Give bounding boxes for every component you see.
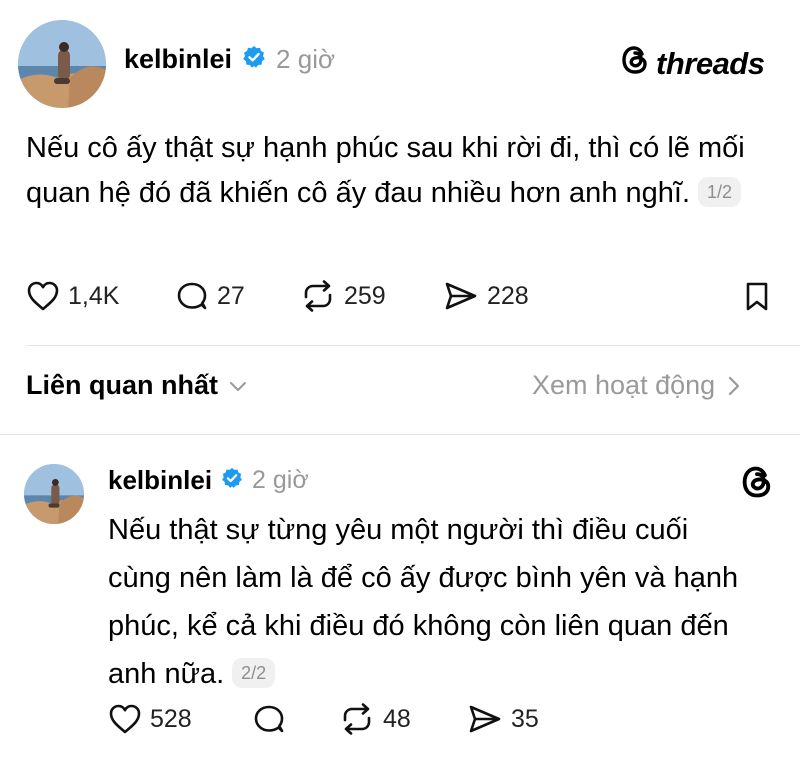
repost-button[interactable]: 259 [300,280,386,312]
thread-page-indicator: 1/2 [698,177,742,207]
reply-avatar[interactable] [24,464,84,524]
threads-wordmark: threads [656,46,765,81]
repost-icon [304,280,332,312]
heart-icon [109,704,141,734]
like-button[interactable]: 1,4K [26,280,119,312]
chevron-down-icon [230,381,246,391]
post-body: Nếu cô ấy thật sự hạnh phúc sau khi rời … [26,126,766,216]
divider-top [26,345,800,346]
share-count: 228 [487,281,529,310]
reply-share-count: 35 [511,704,539,733]
share-icon [469,705,501,733]
reply-threads-logo-icon [740,464,774,505]
divider-bottom [0,434,800,435]
sort-dropdown[interactable]: Liên quan nhất [26,370,248,401]
comment-icon [254,705,284,733]
verified-badge-icon [242,45,266,74]
post-text: Nếu cô ấy thật sự hạnh phúc sau khi rời … [26,132,745,209]
comment-count: 27 [217,281,245,310]
share-button[interactable]: 228 [443,280,529,312]
share-icon [445,282,477,310]
post-time: 2 giờ [276,44,336,74]
bookmark-icon [746,282,768,311]
repost-icon [343,703,371,735]
heart-icon [27,281,59,311]
repost-count: 259 [344,281,386,310]
comment-icon [177,282,207,310]
reply-time: 2 giờ [252,466,309,494]
view-activity-label: Xem hoạt động [532,370,716,400]
reply-body: Nếu thật sự từng yêu một người thì điều … [108,506,748,698]
reply-repost-count: 48 [383,704,411,733]
reply-page-indicator: 2/2 [232,658,276,688]
chevron-right-icon [729,376,740,395]
view-activity-link[interactable]: Xem hoạt động [532,370,741,401]
reply-share-button[interactable]: 35 [467,703,539,735]
threads-logo-icon [620,44,650,84]
reply-comment-button[interactable] [252,703,286,735]
comment-button[interactable]: 27 [175,280,245,312]
like-count: 1,4K [68,281,120,310]
reply-verified-badge-icon [221,467,243,494]
author-username[interactable]: kelbinlei [124,44,232,75]
reply-text: Nếu thật sự từng yêu một người thì điều … [108,514,739,690]
reply-username[interactable]: kelbinlei [108,465,212,496]
reply-like-button[interactable]: 528 [108,703,192,735]
reply-repost-button[interactable]: 48 [339,703,411,735]
sort-label: Liên quan nhất [26,370,218,400]
threads-brand: threads [620,44,765,84]
reply-like-count: 528 [150,704,192,733]
author-avatar[interactable] [18,20,106,108]
bookmark-button[interactable] [744,280,770,317]
